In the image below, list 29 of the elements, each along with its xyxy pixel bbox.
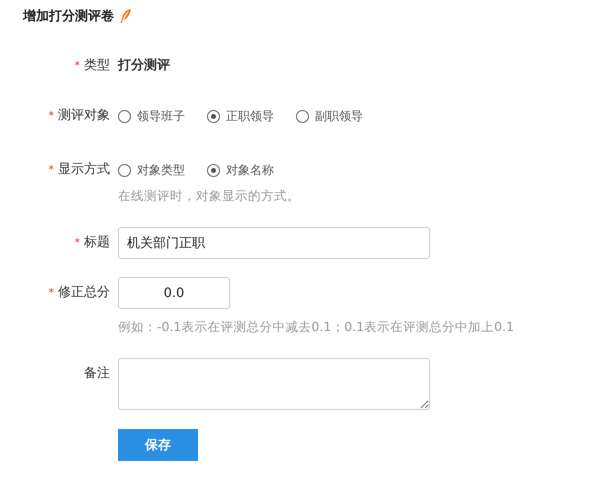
required-mark: * <box>48 285 54 301</box>
required-mark: * <box>74 58 80 74</box>
required-mark: * <box>48 162 54 178</box>
radio-option[interactable]: 对象类型 <box>118 162 185 178</box>
field-label: 显示方式 <box>58 162 110 178</box>
radio-icon[interactable] <box>207 164 220 176</box>
hint-text: 在线测评时，对象显示的方式。 <box>118 188 301 205</box>
page-title: 增加打分测评卷 <box>23 8 114 25</box>
radio-option[interactable]: 正职领导 <box>207 108 274 124</box>
field-label: 测评对象 <box>58 108 110 124</box>
radio-option[interactable]: 副职领导 <box>296 108 363 124</box>
radio-icon[interactable] <box>296 110 309 122</box>
field-label: 类型 <box>84 58 110 74</box>
notes-field[interactable] <box>118 358 430 410</box>
radio-option[interactable]: 对象名称 <box>207 162 274 178</box>
score-field[interactable]: 0.0 <box>118 277 230 309</box>
required-mark: * <box>48 108 54 124</box>
radio-option[interactable]: 领导班子 <box>118 108 185 124</box>
radio-icon[interactable] <box>207 110 220 122</box>
field-label: 修正总分 <box>58 285 110 301</box>
type-value: 打分测评 <box>118 58 171 74</box>
feather-icon <box>120 8 132 24</box>
hint-text: 例如：-0.1表示在评测总分中减去0.1；0.1表示在评测总分中加上0.1 <box>118 319 516 336</box>
radio-icon[interactable] <box>118 110 131 122</box>
required-mark: * <box>74 235 80 251</box>
radio-icon[interactable] <box>118 164 131 176</box>
field-label: 标题 <box>84 235 110 251</box>
title-field[interactable]: 机关部门正职 <box>118 227 430 259</box>
field-label: 备注 <box>84 366 110 382</box>
